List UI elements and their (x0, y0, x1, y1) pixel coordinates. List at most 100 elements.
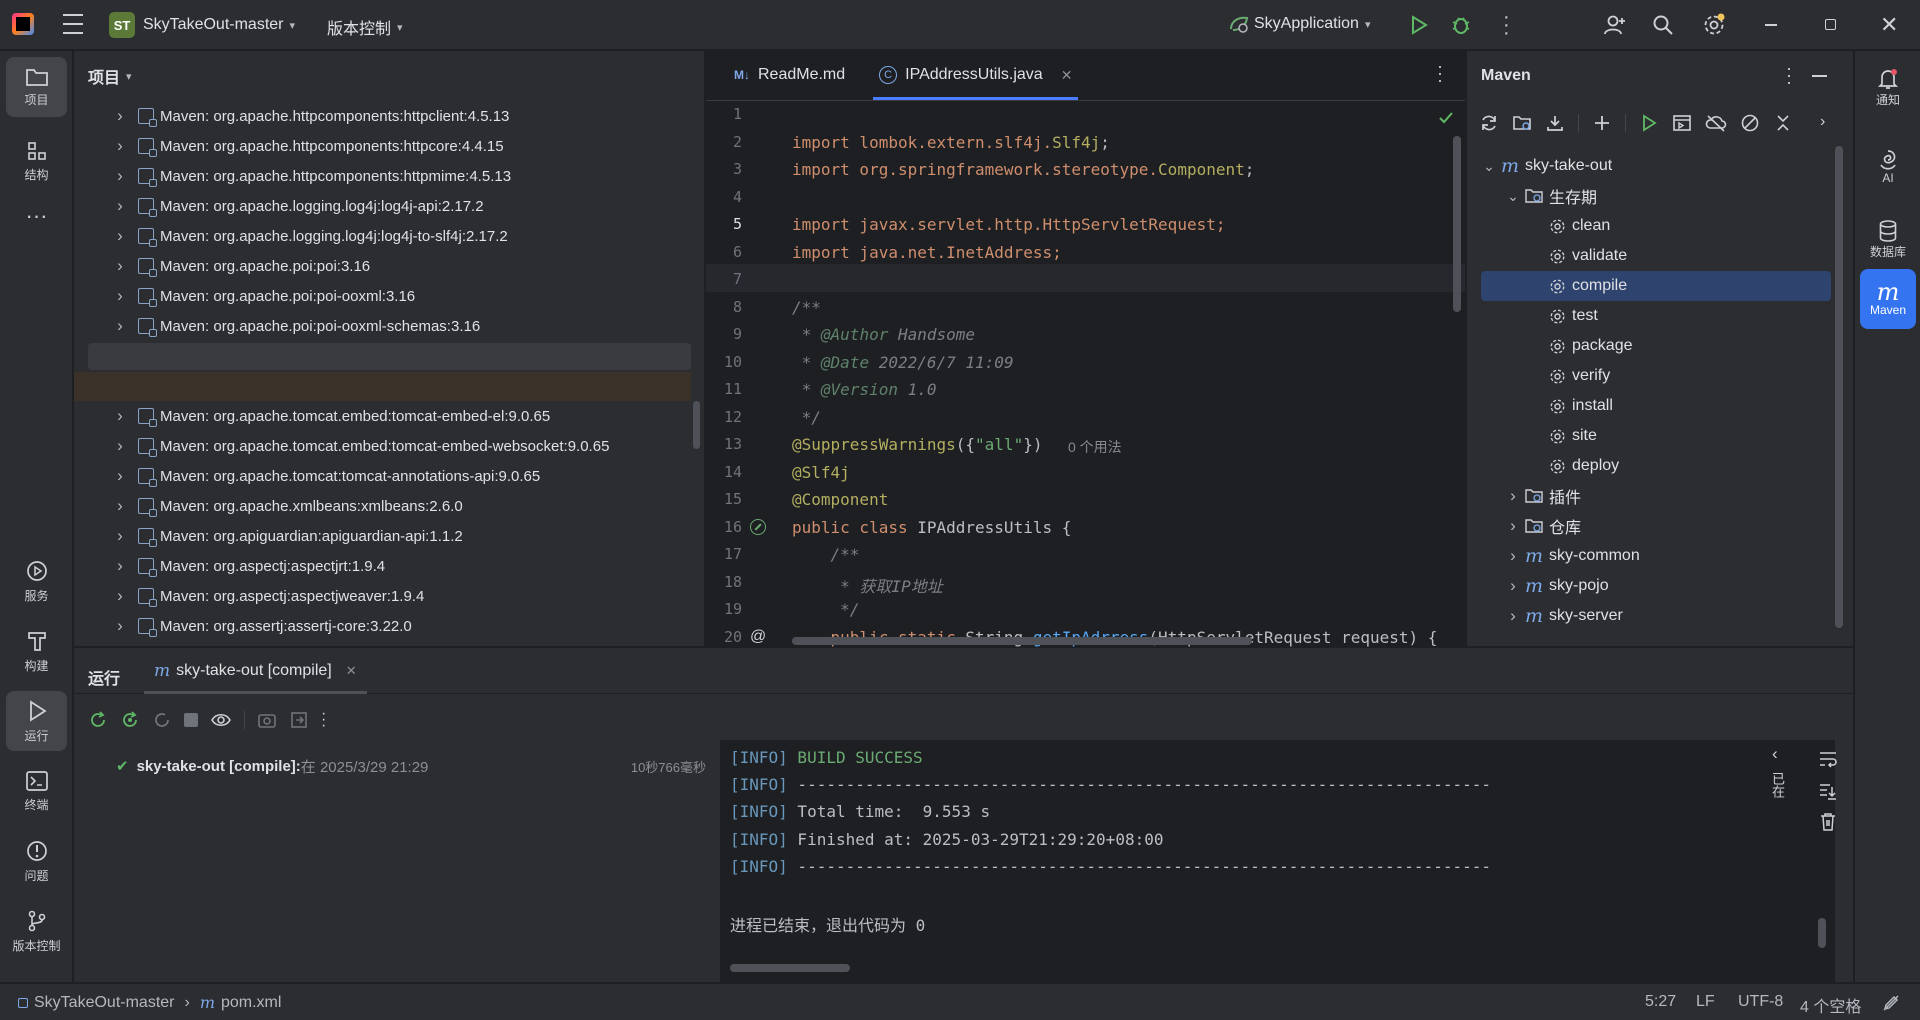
library-row[interactable]: › Maven: org.apache.poi:poi:3.16 (112, 251, 370, 281)
tool-structure[interactable]: 结构 (6, 131, 67, 191)
chevron-right-icon[interactable]: › (112, 196, 128, 216)
download-icon[interactable] (1545, 113, 1565, 133)
close-tab-icon[interactable]: ✕ (1061, 67, 1073, 84)
tool-vcs[interactable]: 版本控制 (6, 901, 67, 961)
maven-tree-row[interactable]: › 仓库 (1481, 511, 1831, 541)
vcs-menu[interactable]: 版本控制 ▾ (327, 15, 403, 39)
tab-readme[interactable]: M↓ ReadMe.md (720, 50, 859, 100)
library-row[interactable]: › Maven: org.apache.httpcomponents:httpco… (112, 131, 504, 161)
chevron-right-icon[interactable]: › (112, 466, 128, 486)
chevron-right-icon[interactable]: › (112, 586, 128, 606)
add-user-icon[interactable] (1603, 13, 1627, 37)
library-row[interactable]: › Maven: org.apache.tomcat:tomcat-annotat… (112, 461, 540, 491)
chevron-down-icon[interactable]: ⌄ (1505, 188, 1521, 205)
run-config-selector[interactable]: SkyApplication ▾ (1228, 14, 1370, 34)
library-row[interactable]: › Maven: org.apache.poi:poi-ooxml:3.16 (112, 281, 415, 311)
library-row[interactable]: › Maven: org.apache.httpcomponents:httpmi… (112, 161, 511, 191)
tab-ipaddressutils[interactable]: C IPAddressUtils.java ✕ (865, 50, 1086, 100)
chevron-down-icon[interactable]: ⌄ (1481, 158, 1497, 175)
collapse-all-icon[interactable] (1773, 113, 1793, 133)
breadcrumb-file[interactable]: pom.xml (221, 994, 281, 1012)
maven-tree-row[interactable]: ⌄ m sky-take-out (1481, 151, 1831, 181)
maven-tree-row[interactable]: test (1481, 301, 1831, 331)
hide-panel-icon[interactable] (1812, 75, 1827, 77)
breadcrumb-project[interactable]: SkyTakeOut-master (34, 994, 174, 1012)
chevron-right-icon[interactable]: › (112, 616, 128, 636)
chevron-right-icon[interactable]: › (112, 136, 128, 156)
chevron-right-icon[interactable]: › (112, 316, 128, 336)
chevron-right-icon[interactable]: › (112, 286, 128, 306)
editor-scrollbar[interactable] (1453, 136, 1461, 312)
chevron-right-icon[interactable]: › (112, 556, 128, 576)
library-row[interactable]: › Maven: org.apache.httpcomponents:httpcl… (112, 101, 509, 131)
caret-position[interactable]: 5:27 (1645, 993, 1676, 1011)
chevron-right-icon[interactable]: › (1505, 516, 1521, 536)
maven-tree-row[interactable]: › m sky-common (1481, 541, 1831, 571)
library-row[interactable]: › Maven: org.apache.xmlbeans:xmlbeans:2.6… (112, 491, 463, 521)
tab-run-config[interactable]: m sky-take-out [compile] ✕ (144, 648, 367, 694)
settings-gear-icon[interactable] (1702, 13, 1726, 37)
add-icon[interactable] (1592, 113, 1612, 133)
maven-tree-row[interactable]: › 插件 (1481, 481, 1831, 511)
library-row[interactable]: › Maven: org.apache.tomcat.embed:tomcat-e… (112, 401, 550, 431)
soft-wrap-icon[interactable] (1818, 750, 1838, 768)
trash-icon[interactable] (1819, 812, 1837, 832)
chevron-right-icon[interactable]: › (112, 256, 128, 276)
chevron-right-icon[interactable]: › (112, 226, 128, 246)
tool-problems[interactable]: 问题 (6, 831, 67, 891)
restore-icon[interactable] (1825, 19, 1836, 30)
chevron-right-icon[interactable]: › (1505, 606, 1521, 626)
chevron-right-icon[interactable]: › (1505, 546, 1521, 566)
project-scrollbar[interactable] (693, 401, 700, 449)
maven-tree-row[interactable]: verify (1481, 361, 1831, 391)
library-row[interactable]: › Maven: org.apache.tomcat.embed:tomcat-e… (112, 431, 609, 461)
export-icon[interactable] (289, 710, 309, 730)
toggle-auto-rerun-icon[interactable] (152, 710, 172, 730)
chevron-left-icon[interactable]: ‹ (1772, 744, 1778, 764)
chevron-right-icon[interactable]: › (1505, 486, 1521, 506)
chevron-right-icon[interactable]: › (112, 166, 128, 186)
maven-scrollbar[interactable] (1835, 146, 1843, 628)
run-maven-icon[interactable] (1639, 113, 1659, 133)
tab-options-icon[interactable]: · · · (1437, 57, 1443, 89)
minimize-icon[interactable] (1765, 24, 1777, 26)
library-row[interactable]: › Maven: org.aspectj:aspectjrt:1.9.4 (112, 551, 385, 581)
line-separator[interactable]: LF (1696, 993, 1715, 1011)
project-panel-header[interactable]: 项目 ▾ (74, 51, 704, 101)
scroll-to-end-icon[interactable] (1818, 782, 1838, 800)
chevron-right-icon[interactable]: › (1820, 113, 1825, 131)
tool-notifications[interactable]: 通知 (1860, 57, 1916, 117)
tool-maven[interactable]: m Maven (1860, 269, 1916, 329)
app-logo-icon[interactable] (12, 13, 34, 35)
maven-tree-row[interactable]: install (1481, 391, 1831, 421)
library-row[interactable]: › Maven: org.aspectj:aspectjweaver:1.9.4 (112, 581, 424, 611)
file-encoding[interactable]: UTF-8 (1738, 993, 1783, 1011)
screenshot-icon[interactable] (257, 710, 277, 730)
chevron-right-icon[interactable]: › (112, 406, 128, 426)
library-row[interactable]: › Maven: org.apache.poi:poi-ooxml-schemas… (112, 311, 480, 341)
maven-tree-row[interactable]: ⌄ 生存期 (1481, 181, 1831, 211)
run-icon[interactable] (1410, 15, 1428, 35)
maven-tree-row[interactable]: › m sky-pojo (1481, 571, 1831, 601)
chevron-right-icon[interactable]: › (1505, 576, 1521, 596)
library-row[interactable]: › Maven: org.assertj:assertj-core:3.22.0 (112, 611, 412, 641)
console-vscrollbar[interactable] (1818, 918, 1826, 948)
close-window-icon[interactable]: ✕ (1880, 12, 1898, 38)
project-switcher[interactable]: ST SkyTakeOut-master ▾ (109, 12, 295, 38)
maven-tree-row[interactable]: validate (1481, 241, 1831, 271)
main-menu-icon[interactable] (62, 14, 84, 34)
spring-bean-gutter-icon[interactable] (750, 518, 766, 535)
maven-tree-row[interactable]: clean (1481, 211, 1831, 241)
tool-build[interactable]: 构建 (6, 621, 67, 681)
tool-ai[interactable]: AI (1860, 137, 1916, 197)
horizontal-scrollbar[interactable] (792, 637, 1252, 645)
tool-database[interactable]: 数据库 (1860, 209, 1916, 269)
tool-terminal[interactable]: 终端 (6, 761, 67, 821)
execute-goal-icon[interactable] (1672, 113, 1692, 133)
maven-tree-row[interactable]: › m sky-server (1481, 601, 1831, 631)
readonly-toggle-icon[interactable] (1882, 994, 1900, 1012)
console-hscrollbar[interactable] (730, 964, 850, 972)
skip-tests-icon[interactable] (1740, 113, 1760, 133)
console-output[interactable]: [INFO] BUILD SUCCESS [INFO] ------------… (720, 740, 1835, 983)
library-row[interactable]: › Maven: org.apiguardian:apiguardian-api:… (112, 521, 463, 551)
